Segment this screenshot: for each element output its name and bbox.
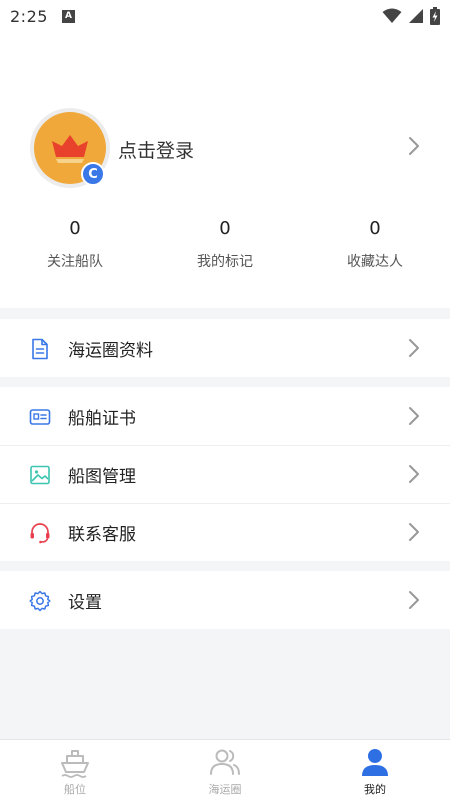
- menu-item-label: 船舶证书: [68, 408, 136, 429]
- document-icon: [32, 338, 48, 360]
- menu-card-settings: 设置: [0, 571, 450, 629]
- tab-shipping-circle[interactable]: 海运圈: [150, 740, 300, 800]
- avatar-badge: C: [81, 162, 105, 186]
- menu-item-settings[interactable]: 设置: [0, 571, 450, 629]
- image-icon: [30, 465, 50, 485]
- stat-favorite-experts[interactable]: 0 收藏达人: [315, 218, 435, 271]
- users-icon: [210, 749, 240, 775]
- notification-icon: A: [61, 9, 75, 23]
- menu-item-label: 设置: [68, 592, 102, 613]
- menu-item-label: 船图管理: [68, 466, 136, 487]
- menu-item-contact-support[interactable]: 联系客服: [0, 503, 450, 561]
- avatar-badge-letter: C: [88, 166, 98, 182]
- tab-label: 海运圈: [208, 783, 242, 796]
- menu-item-label: 海运圈资料: [68, 340, 153, 361]
- stat-label: 我的标记: [197, 254, 253, 270]
- id-card-icon: [29, 409, 51, 425]
- status-icons: [382, 7, 440, 25]
- bottom-tab-bar: 船位 海运圈 我的: [0, 739, 450, 800]
- menu-card-ship-services: 船舶证书 船图管理 联系客服: [0, 387, 450, 561]
- tab-mine[interactable]: 我的: [300, 740, 450, 800]
- stat-value: 0: [219, 218, 231, 239]
- headset-icon: [30, 523, 50, 544]
- signal-icon: [409, 9, 423, 23]
- login-link[interactable]: 点击登录: [118, 136, 194, 163]
- stat-value: 0: [69, 218, 81, 239]
- user-icon: [362, 749, 388, 776]
- gear-icon: [29, 590, 51, 612]
- menu-item-shipping-circle-info[interactable]: 海运圈资料: [0, 319, 450, 377]
- battery-icon: [430, 7, 440, 25]
- chevron-right-icon[interactable]: [408, 136, 420, 156]
- chevron-right-icon: [409, 591, 419, 609]
- stat-label: 关注船队: [47, 254, 103, 270]
- stat-value: 0: [369, 218, 381, 239]
- menu-card-shipping-circle: 海运圈资料: [0, 319, 450, 377]
- wifi-icon: [382, 8, 402, 23]
- status-bar: 2:25 A: [0, 0, 450, 32]
- menu-item-ship-drawing-management[interactable]: 船图管理: [0, 445, 450, 503]
- tab-label: 我的: [364, 783, 386, 796]
- profile-section: C 点击登录 0 关注船队 0 我的标记 0 收藏达人: [0, 32, 450, 308]
- stat-my-marks[interactable]: 0 我的标记: [165, 218, 285, 271]
- ship-icon: [61, 750, 89, 778]
- chevron-right-icon: [409, 523, 419, 541]
- tab-label: 船位: [64, 783, 86, 796]
- chevron-right-icon: [409, 339, 419, 357]
- menu-item-ship-certificate[interactable]: 船舶证书: [0, 387, 450, 445]
- tab-ship-position[interactable]: 船位: [0, 740, 150, 800]
- menu-item-label: 联系客服: [68, 524, 136, 545]
- ship-logo-icon: [52, 135, 88, 163]
- chevron-right-icon: [409, 407, 419, 425]
- stat-followed-fleet[interactable]: 0 关注船队: [15, 218, 135, 271]
- stat-label: 收藏达人: [347, 254, 403, 270]
- chevron-right-icon: [409, 465, 419, 483]
- status-time: 2:25: [10, 6, 48, 26]
